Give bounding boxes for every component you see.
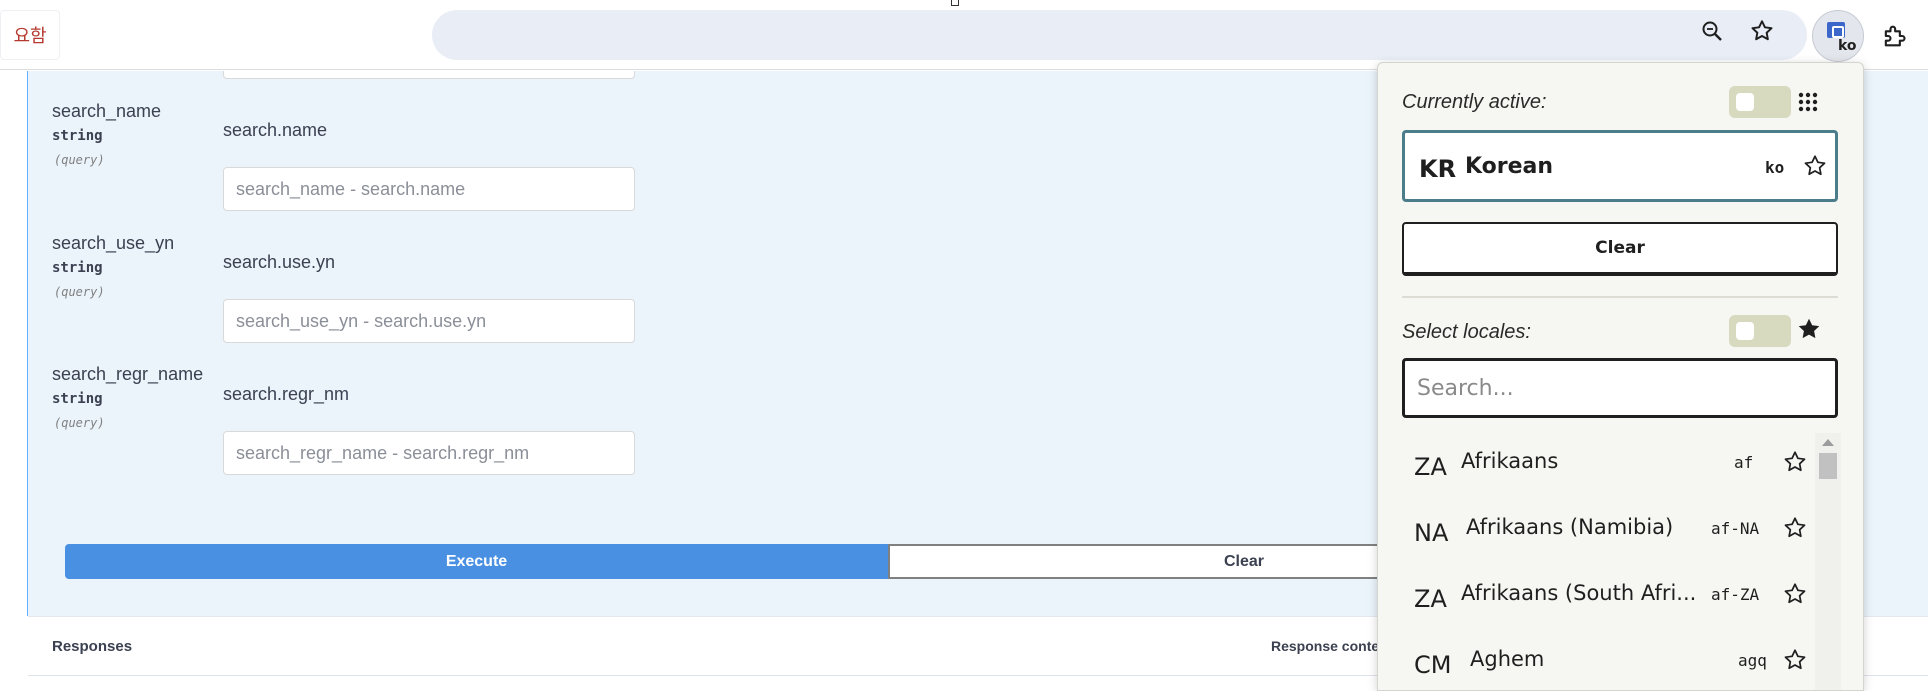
param-description: search.name — [223, 120, 328, 140]
favorites-toggle[interactable] — [1729, 315, 1791, 347]
param-type: string — [52, 260, 103, 276]
locale-code: af — [1734, 453, 1754, 472]
active-locale-card[interactable]: KR Korean ko — [1402, 130, 1838, 202]
star-outline-icon[interactable] — [1782, 449, 1808, 475]
responses-title: Responses — [52, 638, 133, 655]
currently-active-label: Currently active: — [1402, 91, 1547, 113]
locale-code: agq — [1738, 651, 1767, 670]
locale-item[interactable]: CM Aghem agq — [1378, 631, 1838, 690]
locale-region: CM — [1414, 651, 1452, 679]
search-name-input[interactable] — [223, 167, 635, 211]
browser-tab[interactable]: 요함 — [0, 10, 60, 60]
search-use-yn-input[interactable] — [223, 299, 635, 343]
locale-item[interactable]: ZA Afrikaans af — [1378, 433, 1838, 499]
locale-list: ZA Afrikaans af NA Afrikaans (Namibia) a… — [1378, 433, 1863, 690]
locale-name: Afrikaans (South Afri... — [1461, 581, 1697, 605]
param-description: search.use.yn — [223, 252, 336, 272]
address-bar[interactable] — [432, 10, 1807, 60]
active-toggle[interactable] — [1729, 86, 1791, 118]
previous-param-input[interactable] — [223, 71, 635, 79]
locale-region: ZA — [1414, 453, 1447, 481]
locale-name: Afrikaans — [1461, 449, 1559, 473]
scroll-up-arrow-icon[interactable] — [1822, 439, 1834, 446]
divider — [1402, 296, 1838, 298]
param-description: search.regr_nm — [223, 384, 350, 404]
locale-switcher-popup: Currently active: KR Korean ko Clear Sel… — [1377, 62, 1864, 691]
locale-region: NA — [1414, 519, 1449, 547]
response-content-type-label: Response content type — [1271, 638, 1381, 654]
locale-extension-code: ko — [1838, 38, 1857, 54]
window-resize-marker — [951, 0, 959, 6]
param-type: string — [52, 128, 103, 144]
zoom-icon[interactable] — [1697, 16, 1727, 46]
execute-button[interactable]: Execute — [65, 544, 888, 579]
active-locale-name: Korean — [1465, 154, 1554, 179]
param-type: string — [52, 391, 103, 407]
locale-list-scrollbar[interactable] — [1815, 433, 1841, 690]
scroll-thumb[interactable] — [1819, 453, 1837, 479]
param-name: search_regr_name — [52, 364, 204, 384]
param-location: (query) — [54, 153, 105, 167]
puzzle-extensions-icon[interactable] — [1876, 18, 1912, 54]
star-outline-icon[interactable] — [1782, 581, 1808, 607]
locale-name: Aghem — [1470, 647, 1545, 671]
locale-region: ZA — [1414, 585, 1447, 613]
active-locale-code: ko — [1765, 158, 1785, 177]
locale-search-input[interactable] — [1402, 358, 1838, 418]
select-locales-label: Select locales: — [1402, 321, 1531, 343]
search-regr-name-input[interactable] — [223, 431, 635, 475]
locale-item[interactable]: NA Afrikaans (Namibia) af-NA — [1378, 499, 1838, 565]
star-outline-icon[interactable] — [1782, 515, 1808, 541]
param-location: (query) — [54, 285, 105, 299]
star-outline-icon[interactable] — [1782, 647, 1808, 673]
bookmark-star-icon[interactable] — [1747, 16, 1777, 46]
locale-name: Afrikaans (Namibia) — [1466, 515, 1674, 539]
active-locale-region: KR — [1419, 155, 1457, 183]
locale-item[interactable]: ZA Afrikaans (South Afri... af-ZA — [1378, 565, 1838, 631]
star-filled-icon[interactable] — [1796, 316, 1822, 342]
locale-code: af-ZA — [1711, 585, 1760, 604]
param-location: (query) — [54, 416, 105, 430]
param-name: search_use_yn — [52, 233, 175, 253]
star-outline-icon[interactable] — [1802, 153, 1828, 179]
param-name: search_name — [52, 101, 162, 121]
locale-extension-button[interactable]: ko — [1812, 10, 1864, 62]
grid-icon[interactable] — [1797, 91, 1819, 113]
popup-clear-button[interactable]: Clear — [1402, 222, 1838, 276]
locale-extension-icon — [1827, 22, 1845, 38]
locale-code: af-NA — [1711, 519, 1760, 538]
browser-toolbar: 요함 ko — [0, 0, 1928, 70]
